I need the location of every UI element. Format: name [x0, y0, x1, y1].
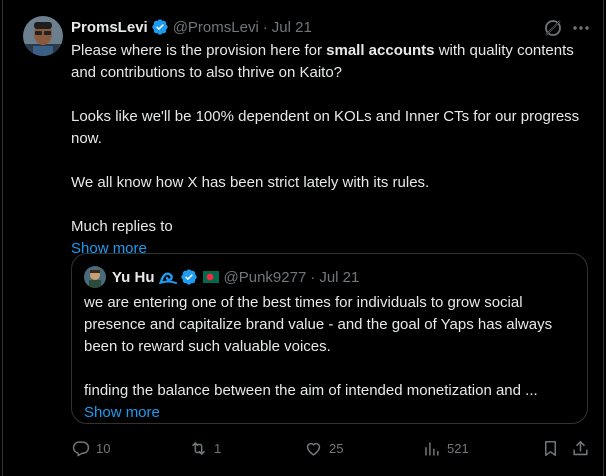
reply-icon	[72, 440, 90, 456]
quote-author-name[interactable]: Yu Hu	[112, 269, 155, 286]
tweet-paragraph-1: Please where is the provision here for s…	[71, 40, 596, 84]
more-icon[interactable]	[571, 18, 591, 38]
flag-icon	[202, 268, 220, 286]
quote-show-more-link[interactable]: Show more	[84, 402, 564, 424]
grok-icon[interactable]	[543, 18, 563, 38]
like-button[interactable]: 25	[304, 438, 343, 458]
tweet-header: PromsLevi @PromsLevi · Jul 21	[71, 17, 312, 37]
repost-icon	[192, 441, 205, 455]
views-button[interactable]: 521	[422, 438, 469, 458]
quote-header: Yu Hu @Punk9277 · Jul 21	[112, 266, 359, 288]
tweet-paragraph-2: Looks like we'll be 100% dependent on KO…	[71, 108, 580, 147]
share-button[interactable]	[571, 438, 590, 458]
bookmark-icon	[544, 440, 557, 456]
quote-timestamp[interactable]: Jul 21	[319, 269, 359, 286]
wave-emoji-icon	[158, 268, 177, 286]
separator-dot: ·	[262, 18, 268, 36]
like-icon	[306, 442, 321, 456]
author-name[interactable]: PromsLevi	[71, 19, 148, 36]
action-bar: 10 1 25 521	[71, 438, 596, 458]
views-count: 521	[447, 440, 469, 456]
verified-badge-icon	[180, 268, 198, 286]
views-icon	[425, 441, 439, 456]
tweet-paragraph-3: We all know how X has been strict lately…	[71, 174, 430, 191]
quote-paragraph-1: we are entering one of the best times fo…	[84, 294, 553, 355]
quote-tweet[interactable]: Yu Hu @Punk9277 · Jul 21 we are entering…	[71, 253, 588, 424]
tweet-card[interactable]: PromsLevi @PromsLevi · Jul 21 Please whe…	[2, 0, 604, 476]
quote-text: we are entering one of the best times fo…	[84, 292, 564, 424]
like-count: 25	[329, 440, 344, 456]
verified-badge-icon	[151, 18, 169, 36]
author-handle[interactable]: @PromsLevi	[173, 19, 259, 36]
repost-button[interactable]: 1	[189, 438, 221, 458]
share-icon	[573, 440, 588, 455]
bold-text: small accounts	[326, 42, 435, 59]
tweet-timestamp[interactable]: Jul 21	[272, 19, 312, 36]
text-segment: Please where is the provision here for	[71, 42, 327, 59]
repost-count: 1	[214, 440, 222, 456]
reply-count: 10	[96, 440, 111, 456]
tweet-paragraph-4: Much replies to	[71, 218, 173, 235]
quote-avatar[interactable]	[84, 266, 106, 288]
avatar[interactable]	[23, 16, 63, 56]
tweet-text: Please where is the provision here for s…	[71, 40, 596, 260]
quote-paragraph-2: finding the balance between the aim of i…	[84, 382, 538, 399]
quote-author-handle[interactable]: @Punk9277	[224, 269, 307, 286]
reply-button[interactable]: 10	[71, 438, 110, 458]
bookmark-button[interactable]	[541, 438, 560, 458]
separator-dot: ·	[310, 268, 316, 286]
